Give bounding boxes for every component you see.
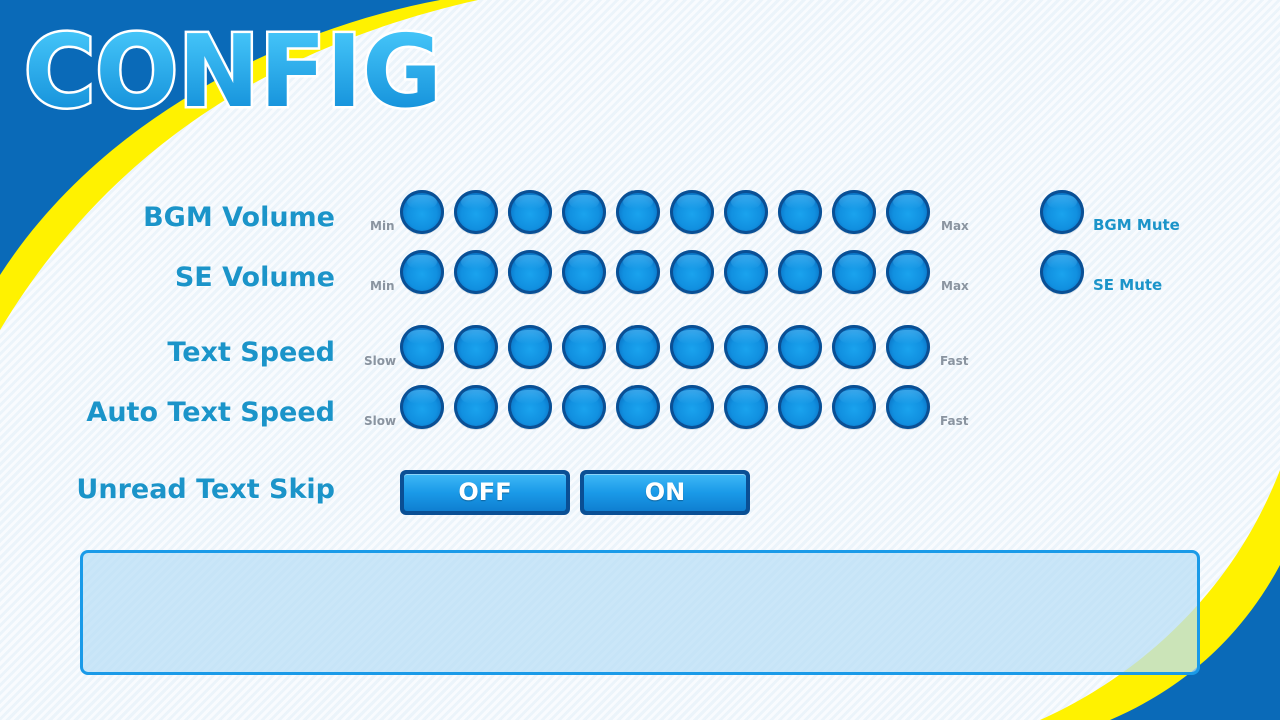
bgm-volume-step-10[interactable] [886, 190, 930, 234]
auto-text-speed-step-9[interactable] [832, 385, 876, 429]
auto-text-speed-step-7[interactable] [724, 385, 768, 429]
text-speed-label: Text Speed [167, 337, 335, 368]
bgm-volume-max-label: Max [941, 219, 969, 233]
text-speed-step-8[interactable] [778, 325, 822, 369]
se-volume-step-7[interactable] [724, 250, 768, 294]
text-speed-step-6[interactable] [670, 325, 714, 369]
bgm-mute-label: BGM Mute [1093, 216, 1180, 234]
se-volume-step-10[interactable] [886, 250, 930, 294]
text-speed-step-4[interactable] [562, 325, 606, 369]
bgm-volume-step-5[interactable] [616, 190, 660, 234]
bgm-volume-step-3[interactable] [508, 190, 552, 234]
text-speed-step-7[interactable] [724, 325, 768, 369]
auto-text-speed-step-6[interactable] [670, 385, 714, 429]
bgm-volume-step-1[interactable] [400, 190, 444, 234]
auto-text-speed-step-2[interactable] [454, 385, 498, 429]
text-speed-fast-label: Fast [940, 354, 969, 368]
text-speed-step-1[interactable] [400, 325, 444, 369]
skip-on-label: ON [644, 478, 686, 506]
bgm-mute-button[interactable] [1040, 190, 1084, 234]
text-speed-step-10[interactable] [886, 325, 930, 369]
skip-on-button[interactable]: ON [580, 470, 750, 515]
se-volume-step-4[interactable] [562, 250, 606, 294]
bgm-volume-step-2[interactable] [454, 190, 498, 234]
unread-text-skip-label: Unread Text Skip [76, 474, 335, 505]
skip-off-label: OFF [458, 478, 512, 506]
auto-text-speed-slow-label: Slow [364, 414, 397, 428]
se-volume-step-9[interactable] [832, 250, 876, 294]
description-panel [80, 550, 1200, 675]
bgm-volume-step-8[interactable] [778, 190, 822, 234]
auto-text-speed-step-4[interactable] [562, 385, 606, 429]
auto-text-speed-step-8[interactable] [778, 385, 822, 429]
se-volume-step-3[interactable] [508, 250, 552, 294]
text-speed-step-3[interactable] [508, 325, 552, 369]
text-speed-step-9[interactable] [832, 325, 876, 369]
page-title: CONFIG [22, 6, 454, 133]
se-volume-step-6[interactable] [670, 250, 714, 294]
bgm-volume-step-7[interactable] [724, 190, 768, 234]
bgm-volume-min-label: Min [370, 219, 395, 233]
auto-text-speed-fast-label: Fast [940, 414, 969, 428]
se-volume-label: SE Volume [174, 262, 335, 293]
bgm-volume-label: BGM Volume [143, 202, 335, 233]
auto-text-speed-step-10[interactable] [886, 385, 930, 429]
text-speed-slow-label: Slow [364, 354, 397, 368]
auto-text-speed-step-1[interactable] [400, 385, 444, 429]
skip-off-button[interactable]: OFF [400, 470, 570, 515]
bgm-volume-step-6[interactable] [670, 190, 714, 234]
se-volume-step-8[interactable] [778, 250, 822, 294]
se-mute-label: SE Mute [1093, 276, 1163, 294]
auto-text-speed-step-3[interactable] [508, 385, 552, 429]
se-volume-step-5[interactable] [616, 250, 660, 294]
bgm-volume-step-9[interactable] [832, 190, 876, 234]
se-volume-max-label: Max [941, 279, 969, 293]
auto-text-speed-label: Auto Text Speed [86, 397, 335, 428]
auto-text-speed-step-5[interactable] [616, 385, 660, 429]
text-speed-step-5[interactable] [616, 325, 660, 369]
description-text [83, 553, 1197, 581]
se-volume-min-label: Min [370, 279, 395, 293]
se-volume-step-1[interactable] [400, 250, 444, 294]
bgm-volume-step-4[interactable] [562, 190, 606, 234]
se-mute-button[interactable] [1040, 250, 1084, 294]
se-volume-step-2[interactable] [454, 250, 498, 294]
title-text: CONFIG [24, 13, 442, 121]
text-speed-step-2[interactable] [454, 325, 498, 369]
